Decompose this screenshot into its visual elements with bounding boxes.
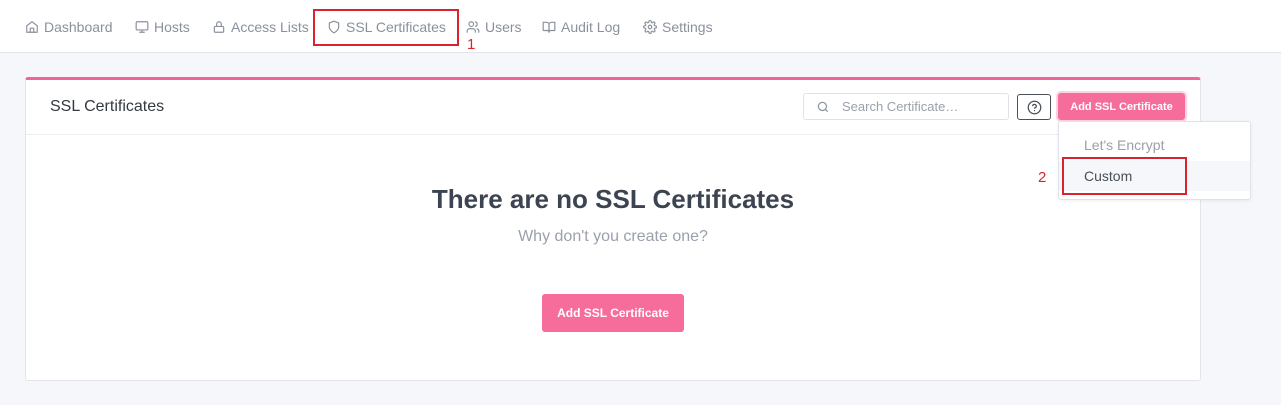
add-certificate-dropdown: Let's Encrypt Custom [1058, 121, 1251, 200]
nav-item-access-lists[interactable]: Access Lists [212, 0, 309, 53]
top-navigation: Dashboard Hosts Access Lists SSL Certifi… [0, 0, 1281, 53]
search-input[interactable] [842, 97, 1002, 116]
users-icon [466, 20, 480, 33]
gear-icon [643, 19, 657, 34]
nav-item-audit-log[interactable]: Audit Log [542, 0, 620, 53]
card-header: SSL Certificates Add SSL Certificate [26, 80, 1200, 135]
add-ssl-certificate-button[interactable]: Add SSL Certificate [1058, 93, 1185, 120]
nav-item-hosts[interactable]: Hosts [135, 0, 190, 53]
nav-item-label: Audit Log [561, 18, 621, 35]
empty-state-subtitle: Why don't you create one? [518, 228, 708, 245]
nav-item-label: Hosts [154, 18, 190, 35]
nav-item-label: Settings [662, 18, 713, 35]
annotation-step-1: 1 [467, 36, 476, 53]
card-title: SSL Certificates [50, 98, 165, 115]
nav-item-label: Users [485, 18, 522, 35]
empty-state-add-button[interactable]: Add SSL Certificate [542, 294, 684, 332]
dropdown-item-custom[interactable]: Custom [1059, 161, 1250, 191]
monitor-icon [135, 20, 149, 33]
home-icon [26, 20, 38, 33]
help-button[interactable] [1017, 94, 1051, 120]
search-icon [817, 101, 829, 113]
shield-icon [328, 20, 340, 33]
nav-item-ssl-certificates[interactable]: SSL Certificates [327, 0, 446, 53]
nav-item-settings[interactable]: Settings [643, 0, 713, 53]
book-open-icon [542, 21, 556, 33]
ssl-certificates-card: SSL Certificates Add SSL Certificate The… [25, 77, 1201, 381]
nav-item-label: SSL Certificates [346, 18, 446, 35]
nav-item-dashboard[interactable]: Dashboard [25, 0, 113, 53]
annotation-step-2: 2 [1038, 169, 1047, 186]
search-box [803, 93, 1009, 120]
help-circle-icon [1027, 100, 1041, 114]
empty-state-title: There are no SSL Certificates [431, 184, 795, 214]
dropdown-item-lets-encrypt[interactable]: Let's Encrypt [1059, 130, 1250, 160]
nav-item-label: Access Lists [231, 18, 309, 35]
nav-item-label: Dashboard [44, 18, 113, 35]
lock-icon [213, 20, 225, 33]
